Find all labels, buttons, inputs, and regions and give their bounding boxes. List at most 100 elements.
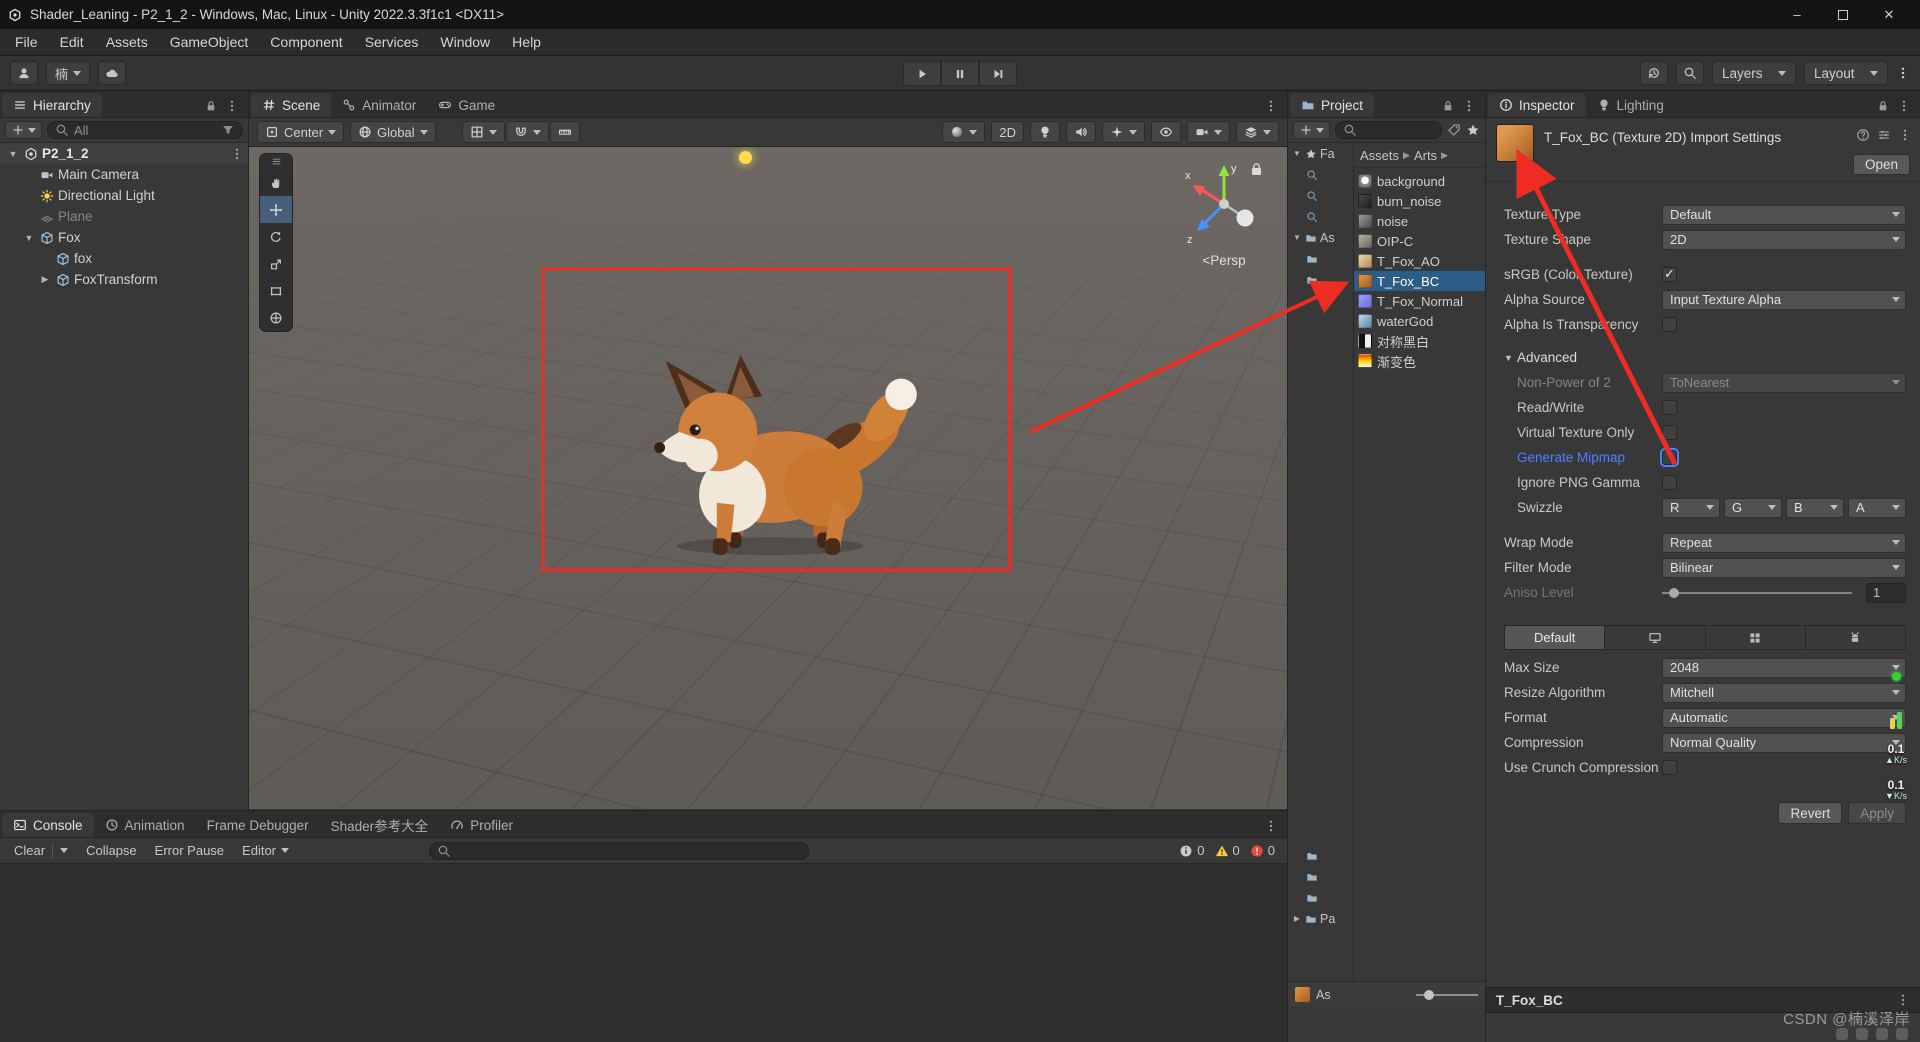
project-search-input[interactable]: [1335, 121, 1442, 139]
collapse-toggle[interactable]: Collapse: [78, 841, 145, 861]
resize-algorithm-dropdown[interactable]: Mitchell: [1662, 683, 1906, 703]
hierarchy-item-foxtransform[interactable]: ▶FoxTransform: [0, 269, 248, 290]
view-tool[interactable]: [260, 169, 292, 196]
step-button[interactable]: [979, 61, 1017, 86]
audio-toggle[interactable]: [1066, 121, 1096, 143]
account-button[interactable]: [10, 61, 38, 85]
apply-button[interactable]: Apply: [1848, 802, 1906, 824]
swizzle-r-dropdown[interactable]: R: [1662, 498, 1720, 518]
lock-icon[interactable]: [204, 99, 218, 113]
aniso-level-slider[interactable]: [1662, 592, 1852, 594]
menu-item-gameobject[interactable]: GameObject: [159, 29, 260, 55]
layers-dropdown[interactable]: Layers: [1712, 61, 1796, 85]
snap-settings-button[interactable]: [506, 121, 549, 143]
read-write-checkbox[interactable]: [1662, 400, 1677, 415]
info-counter[interactable]: 0: [1179, 843, 1204, 858]
account-dropdown[interactable]: 楠: [46, 61, 90, 85]
asset-item-对称黑白[interactable]: 对称黑白: [1354, 331, 1485, 351]
open-button[interactable]: Open: [1853, 154, 1910, 175]
preview-menu-icon[interactable]: [1896, 993, 1910, 1007]
subfolder-item[interactable]: [1288, 866, 1353, 887]
lock-icon[interactable]: [1441, 99, 1455, 113]
save-search-icon[interactable]: [1466, 123, 1480, 137]
breadcrumb-arts[interactable]: Arts: [1414, 148, 1437, 163]
platform-tab-default[interactable]: Default: [1505, 626, 1605, 649]
rect-tool[interactable]: [260, 277, 292, 304]
overlay-handle[interactable]: [260, 154, 292, 169]
asset-item-noise[interactable]: noise: [1354, 211, 1485, 231]
grid-snap-button[interactable]: [550, 121, 580, 143]
header-menu-icon[interactable]: [1898, 128, 1912, 142]
subfolder-item[interactable]: [1288, 845, 1353, 866]
tab-hierarchy[interactable]: Hierarchy: [2, 93, 102, 117]
menu-item-services[interactable]: Services: [354, 29, 430, 55]
subfolder-item[interactable]: [1288, 269, 1353, 290]
asset-item-burn_noise[interactable]: burn_noise: [1354, 191, 1485, 211]
orientation-gizmo[interactable]: y x z: [1179, 159, 1269, 249]
asset-item-t_fox_bc[interactable]: T_Fox_BC: [1354, 271, 1485, 291]
tab-console[interactable]: Console: [2, 813, 94, 837]
presets-icon[interactable]: [1877, 128, 1891, 142]
menu-item-component[interactable]: Component: [259, 29, 353, 55]
pause-button[interactable]: [941, 61, 979, 86]
close-button[interactable]: ✕: [1866, 0, 1912, 29]
assets-folder-item[interactable]: ▼As: [1288, 227, 1353, 248]
platform-tab-webgl[interactable]: [1706, 626, 1806, 649]
subfolder-item[interactable]: [1288, 248, 1353, 269]
foldout-expanded-icon[interactable]: ▼: [1292, 149, 1302, 158]
global-search-button[interactable]: [1676, 61, 1704, 85]
max-size-dropdown[interactable]: 2048: [1662, 658, 1906, 678]
platform-tab-android[interactable]: [1806, 626, 1905, 649]
perspective-label[interactable]: <Persp: [1179, 253, 1269, 268]
directional-light-gizmo[interactable]: [739, 151, 752, 164]
clear-button[interactable]: Clear: [6, 841, 76, 861]
tab-game[interactable]: Game: [427, 93, 506, 117]
play-button[interactable]: [903, 61, 941, 86]
platform-tab-standalone[interactable]: [1605, 626, 1705, 649]
menu-item-help[interactable]: Help: [501, 29, 552, 55]
help-icon[interactable]: [1856, 128, 1870, 142]
foldout-expanded-icon[interactable]: ▼: [22, 233, 36, 243]
tab-animation[interactable]: Animation: [94, 813, 196, 837]
tab-frame-debugger[interactable]: Frame Debugger: [196, 813, 320, 837]
camera-overlay-dropdown[interactable]: [1187, 121, 1230, 143]
asset-item-t_fox_normal[interactable]: T_Fox_Normal: [1354, 291, 1485, 311]
menu-item-assets[interactable]: Assets: [95, 29, 159, 55]
aniso-level-value[interactable]: 1: [1866, 583, 1906, 603]
toolbar-more-icon[interactable]: [1896, 66, 1910, 80]
menu-item-file[interactable]: File: [4, 29, 49, 55]
tab-project[interactable]: Project: [1290, 93, 1374, 117]
move-tool[interactable]: [260, 196, 292, 223]
hierarchy-item-directional-light[interactable]: Directional Light: [0, 185, 248, 206]
saved-search-item[interactable]: [1288, 164, 1353, 185]
search-by-label-icon[interactable]: [1447, 123, 1461, 137]
asset-item-background[interactable]: background: [1354, 171, 1485, 191]
ignore-png-gamma-checkbox[interactable]: [1662, 475, 1677, 490]
layout-dropdown[interactable]: Layout: [1804, 61, 1888, 85]
filter-mode-dropdown[interactable]: Bilinear: [1662, 558, 1906, 578]
hierarchy-search-input[interactable]: All: [47, 121, 243, 139]
hierarchy-item-p2_1_2[interactable]: ▼P2_1_2: [0, 143, 248, 164]
format-dropdown[interactable]: Automatic: [1662, 708, 1906, 728]
menu-item-edit[interactable]: Edit: [49, 29, 95, 55]
panel-menu-icon[interactable]: [1264, 99, 1278, 113]
swizzle-a-dropdown[interactable]: A: [1848, 498, 1906, 518]
generate-mipmap-checkbox[interactable]: [1662, 450, 1677, 465]
hierarchy-item-plane[interactable]: Plane: [0, 206, 248, 227]
fox-model[interactable]: [621, 355, 919, 557]
use-crunch-compression-checkbox[interactable]: [1662, 760, 1677, 775]
scene-viewport[interactable]: y x z <Persp: [249, 147, 1287, 809]
menu-item-window[interactable]: Window: [429, 29, 501, 55]
scale-tool[interactable]: [260, 250, 292, 277]
panel-menu-icon[interactable]: [1462, 99, 1476, 113]
console-log-area[interactable]: [0, 864, 1287, 1042]
hierarchy-item-fox[interactable]: ▼Fox: [0, 227, 248, 248]
transform-tool[interactable]: [260, 304, 292, 331]
minimize-button[interactable]: –: [1774, 0, 1820, 29]
swizzle-b-dropdown[interactable]: B: [1786, 498, 1844, 518]
error-counter[interactable]: 0: [1250, 843, 1275, 858]
srgb-checkbox[interactable]: [1662, 267, 1677, 282]
tab-animator[interactable]: Animator: [331, 93, 427, 117]
gizmos-dropdown[interactable]: [1236, 121, 1279, 143]
2d-toggle[interactable]: 2D: [991, 121, 1024, 143]
